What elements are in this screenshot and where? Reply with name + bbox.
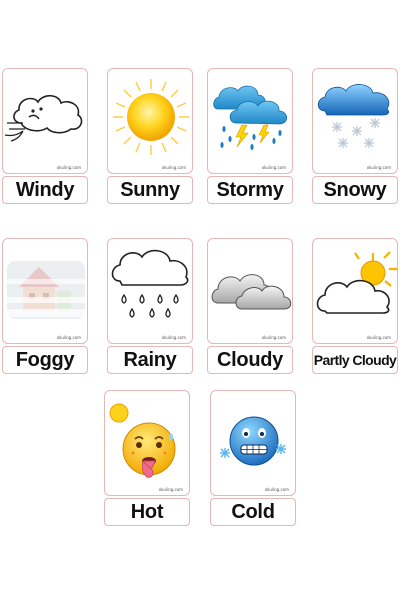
card-picture: okuling.com xyxy=(107,238,193,344)
card-picture: okuling.com xyxy=(207,238,293,344)
card-cold[interactable]: okuling.com Cold xyxy=(210,390,296,526)
partly-cloudy-icon xyxy=(316,251,397,314)
card-label: Cold xyxy=(210,498,296,526)
card-windy[interactable]: okuling.com Windy xyxy=(2,68,88,204)
snow-cloud-icon xyxy=(317,84,390,148)
card-picture: okuling.com xyxy=(2,238,88,344)
card-label: Windy xyxy=(2,176,88,204)
wind-cloud-icon xyxy=(4,94,83,142)
sun-icon xyxy=(113,79,189,155)
hot-face-icon xyxy=(109,403,176,478)
card-foggy[interactable]: okuling.com Foggy xyxy=(2,238,88,374)
cold-face-icon xyxy=(220,416,286,466)
card-sunny[interactable]: okuling.com Sunny xyxy=(107,68,193,204)
brand-watermark: okuling.com xyxy=(264,487,289,492)
brand-watermark: okuling.com xyxy=(161,335,186,340)
card-picture: okuling.com xyxy=(312,68,398,174)
card-cloudy[interactable]: okuling.com Cloudy xyxy=(207,238,293,374)
rain-cloud-icon xyxy=(111,249,189,318)
brand-watermark: okuling.com xyxy=(366,335,391,340)
brand-watermark: okuling.com xyxy=(261,335,286,340)
storm-cloud-icon xyxy=(213,85,288,150)
brand-watermark: okuling.com xyxy=(56,335,81,340)
card-stormy[interactable]: okuling.com Stormy xyxy=(207,68,293,204)
clouds-icon xyxy=(211,274,292,310)
card-snowy[interactable]: okuling.com Snowy xyxy=(312,68,398,204)
brand-watermark: okuling.com xyxy=(158,487,183,492)
card-label: Rainy xyxy=(107,346,193,374)
fog-house-icon xyxy=(7,261,85,319)
brand-watermark: okuling.com xyxy=(261,165,286,170)
card-label: Stormy xyxy=(207,176,293,204)
card-label: Sunny xyxy=(107,176,193,204)
card-label: Hot xyxy=(104,498,190,526)
card-picture: okuling.com xyxy=(107,68,193,174)
card-label: Cloudy xyxy=(207,346,293,374)
brand-watermark: okuling.com xyxy=(366,165,391,170)
card-picture: okuling.com xyxy=(2,68,88,174)
brand-watermark: okuling.com xyxy=(56,165,81,170)
card-picture: okuling.com xyxy=(210,390,296,496)
card-label: Partly Cloudy xyxy=(312,346,398,374)
card-picture: okuling.com xyxy=(312,238,398,344)
card-label: Foggy xyxy=(2,346,88,374)
card-rainy[interactable]: okuling.com Rainy xyxy=(107,238,193,374)
card-partly-cloudy[interactable]: okuling.com Partly Cloudy xyxy=(312,238,398,374)
card-label: Snowy xyxy=(312,176,398,204)
card-picture: okuling.com xyxy=(207,68,293,174)
card-picture: okuling.com xyxy=(104,390,190,496)
brand-watermark: okuling.com xyxy=(161,165,186,170)
card-hot[interactable]: okuling.com Hot xyxy=(104,390,190,526)
